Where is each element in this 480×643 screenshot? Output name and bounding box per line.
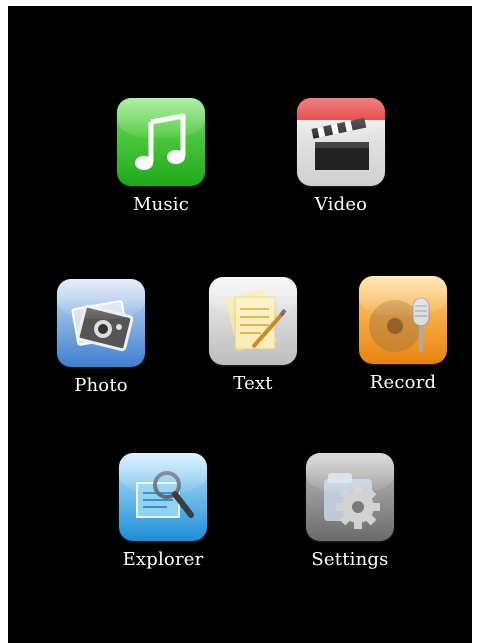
- app-music[interactable]: Music: [91, 98, 231, 215]
- app-explorer[interactable]: Explorer: [93, 453, 233, 570]
- camera-photo-icon: [57, 279, 145, 367]
- app-settings[interactable]: Settings: [280, 453, 420, 570]
- app-label: Video: [314, 194, 368, 215]
- magnifier-document-icon: [119, 453, 207, 541]
- home-screen: Music Video Photo Text Record Explorer S…: [8, 6, 472, 643]
- music-note-icon: [117, 98, 205, 186]
- app-label: Explorer: [122, 549, 204, 570]
- app-label: Record: [369, 372, 437, 393]
- app-video[interactable]: Video: [271, 98, 411, 215]
- app-label: Text: [233, 373, 273, 394]
- clapperboard-icon: [297, 98, 385, 186]
- notepad-pencil-icon: [209, 277, 297, 365]
- app-label: Photo: [74, 375, 128, 396]
- app-record[interactable]: Record: [333, 276, 473, 393]
- microphone-icon: [359, 276, 447, 364]
- app-label: Music: [132, 194, 190, 215]
- gear-folder-icon: [306, 453, 394, 541]
- app-label: Settings: [311, 549, 389, 570]
- app-photo[interactable]: Photo: [31, 279, 171, 396]
- app-text[interactable]: Text: [183, 277, 323, 394]
